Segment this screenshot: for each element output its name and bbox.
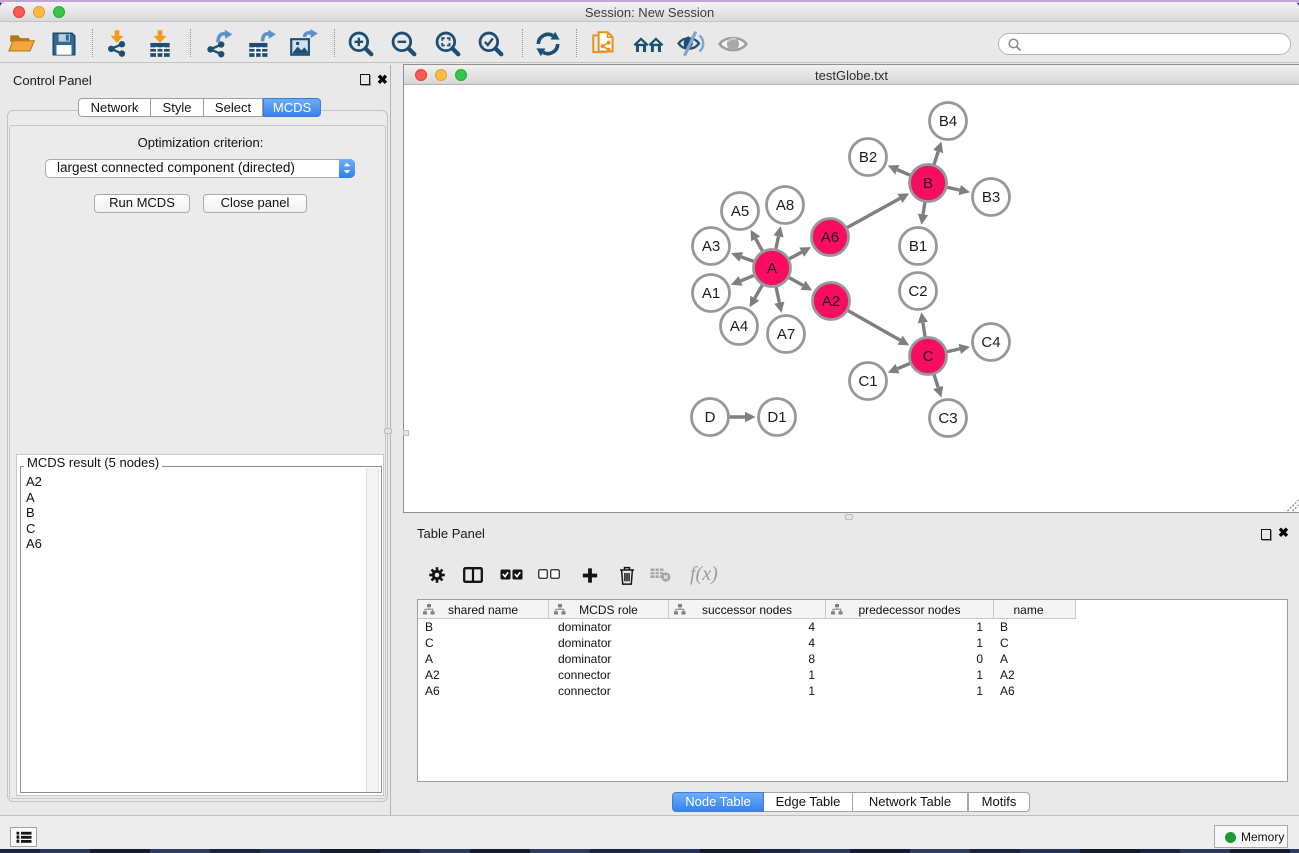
svg-text:A5: A5 <box>731 203 749 220</box>
svg-text:C4: C4 <box>981 334 1000 351</box>
svg-text:B: B <box>923 175 933 192</box>
svg-text:A: A <box>767 260 777 277</box>
svg-text:A6: A6 <box>821 229 839 246</box>
svg-text:B2: B2 <box>859 149 877 166</box>
svg-text:A8: A8 <box>776 197 794 214</box>
svg-text:C: C <box>923 348 934 365</box>
svg-text:D1: D1 <box>767 409 786 426</box>
svg-text:B3: B3 <box>982 189 1000 206</box>
svg-text:A2: A2 <box>822 293 840 310</box>
svg-text:C2: C2 <box>908 283 927 300</box>
svg-text:A4: A4 <box>730 318 748 335</box>
svg-text:B4: B4 <box>939 113 957 130</box>
svg-text:C3: C3 <box>938 410 957 427</box>
svg-text:A1: A1 <box>702 285 720 302</box>
svg-text:A3: A3 <box>702 238 720 255</box>
svg-text:A7: A7 <box>777 326 795 343</box>
svg-text:D: D <box>705 409 716 426</box>
svg-text:C1: C1 <box>858 373 877 390</box>
svg-text:B1: B1 <box>909 238 927 255</box>
